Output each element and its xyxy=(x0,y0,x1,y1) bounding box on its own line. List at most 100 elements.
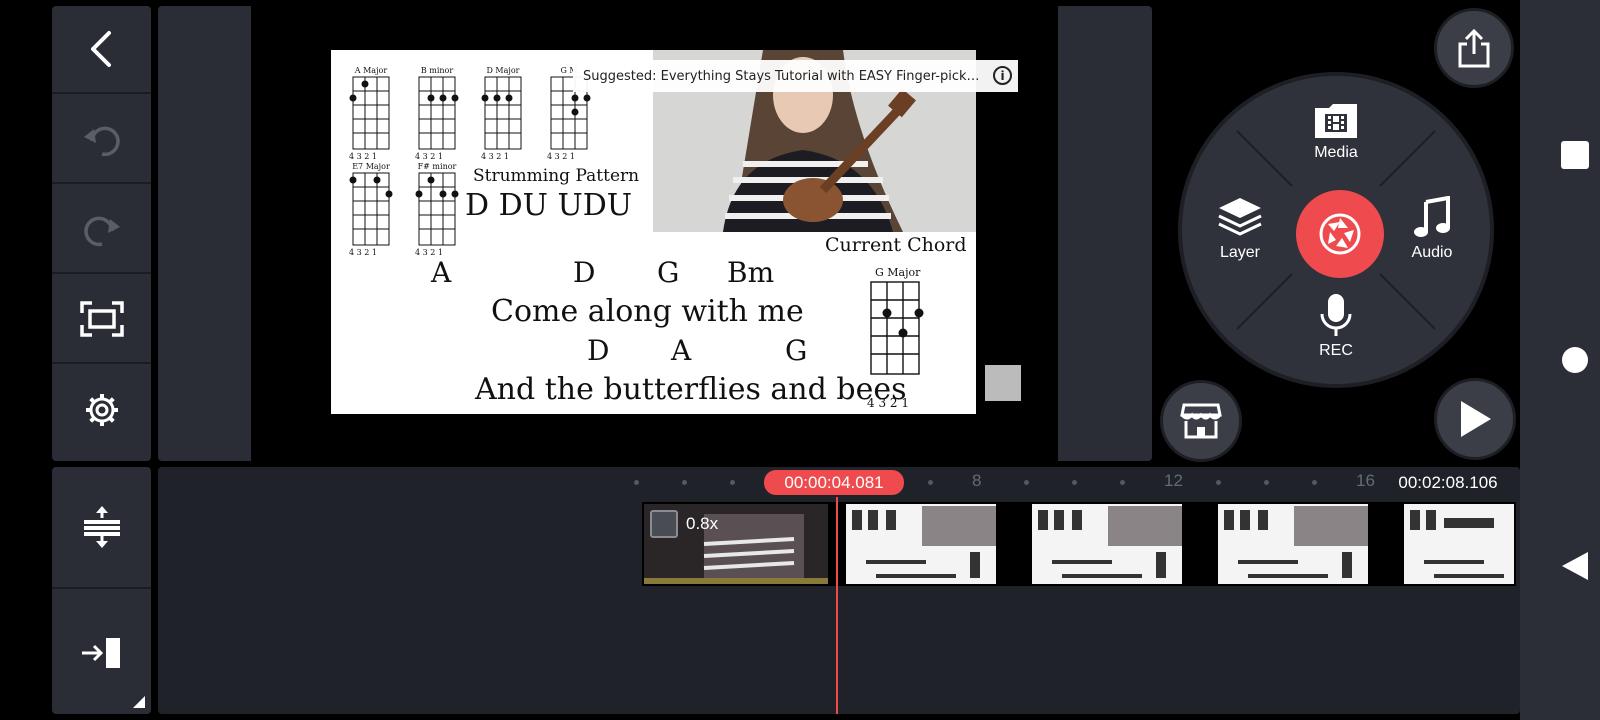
watermark-logo xyxy=(985,365,1021,401)
redo-icon xyxy=(83,216,120,247)
media-wheel: Media Layer Audio REC xyxy=(1178,72,1494,388)
jump-to-end-button[interactable] xyxy=(52,591,151,714)
ruler-dot xyxy=(1024,480,1029,485)
store-icon xyxy=(1180,403,1222,439)
settings-button[interactable] xyxy=(52,366,151,454)
rec-button[interactable]: REC xyxy=(1296,292,1376,360)
clip-thumbnail xyxy=(1032,504,1182,584)
timeline-tools xyxy=(52,467,151,714)
system-nav-bar xyxy=(1520,0,1600,720)
clip-speed-label: 0.8x xyxy=(686,514,719,533)
chord-diagram: E7 Major 4 3 2 1 xyxy=(349,162,393,261)
chord-diagram: B minor 4 3 2 1 xyxy=(415,66,459,165)
lyric-chord: A xyxy=(671,334,692,367)
lyric-line: Come along with me xyxy=(491,294,804,329)
svg-text:4 3 2 1: 4 3 2 1 xyxy=(415,152,443,161)
clip-thumbnail xyxy=(846,504,996,584)
audio-button[interactable]: Audio xyxy=(1392,195,1472,262)
home-icon[interactable] xyxy=(1560,345,1590,375)
chord-diagram: F# minor 4 3 2 1 xyxy=(415,162,459,261)
layer-label: Layer xyxy=(1219,244,1261,261)
play-icon xyxy=(1461,401,1491,437)
undo-icon xyxy=(83,126,120,157)
lyric-chord: G xyxy=(657,256,680,289)
ruler-label: 12 xyxy=(1164,471,1183,490)
media-label: Media xyxy=(1314,144,1358,161)
ruler-dot xyxy=(928,480,933,485)
suggestion-text: Suggested: Everything Stays Tutorial wit… xyxy=(583,68,983,84)
audio-label: Audio xyxy=(1411,244,1453,261)
music-note-icon xyxy=(1414,195,1450,237)
current-time: 00:00:04.081 xyxy=(764,470,904,495)
asset-store-button[interactable] xyxy=(1160,380,1242,462)
film-icon xyxy=(650,510,678,538)
lyric-chord: D xyxy=(573,256,596,289)
svg-text:4 3 2 1: 4 3 2 1 xyxy=(349,152,377,161)
expand-tracks-icon xyxy=(83,506,120,548)
corner-expand-icon xyxy=(133,696,145,708)
ruler-dot xyxy=(1264,480,1269,485)
clip-speed-badge: 0.8x xyxy=(650,510,718,538)
back-nav-icon[interactable] xyxy=(1560,550,1590,582)
chord-grid-icon: 4 3 2 1 xyxy=(415,76,459,161)
ruler-dot xyxy=(1216,480,1221,485)
clip-frame-image xyxy=(1218,504,1368,584)
fullscreen-button[interactable] xyxy=(52,276,151,364)
video-frame: A Major 4 3 2 1 B minor 4 3 2 1 D Major … xyxy=(331,50,976,414)
microphone-icon xyxy=(1320,294,1352,336)
ruler-dot xyxy=(1072,480,1077,485)
info-icon[interactable]: i xyxy=(993,66,1012,85)
layers-icon xyxy=(1218,198,1262,236)
capture-button[interactable] xyxy=(1292,186,1388,282)
left-toolbar xyxy=(52,6,151,461)
ruler-dot xyxy=(730,480,735,485)
chord-grid-icon: 4 3 2 1 xyxy=(349,76,390,161)
timeline[interactable]: 8 12 16 00:00:04.081 00:02:08.106 0.8x xyxy=(158,467,1520,714)
clip-thumbnail xyxy=(1218,504,1368,584)
ruler-dot xyxy=(1312,480,1317,485)
back-button[interactable] xyxy=(52,6,151,94)
lyric-chord: Bm xyxy=(727,256,775,289)
current-chord-label: Current Chord xyxy=(825,234,967,256)
rec-label: REC xyxy=(1319,342,1353,359)
suggestion-banner[interactable]: Suggested: Everything Stays Tutorial wit… xyxy=(573,60,1018,92)
ruler-label: 16 xyxy=(1356,471,1375,490)
clip-frame-image xyxy=(1404,504,1514,584)
undo-button[interactable] xyxy=(52,96,151,184)
lyric-chord: G xyxy=(785,334,808,367)
strumming-pattern: D DU UDU xyxy=(465,188,633,223)
strumming-title: Strumming Pattern xyxy=(473,166,640,186)
ruler-label: 8 xyxy=(972,471,982,490)
jump-to-end-icon xyxy=(81,637,120,668)
play-button[interactable] xyxy=(1434,378,1516,460)
aspect-ratio-icon xyxy=(79,301,124,337)
chord-grid-icon: 4 3 2 1 xyxy=(415,172,459,257)
back-arrow-icon xyxy=(90,31,111,67)
svg-text:4 3 2 1: 4 3 2 1 xyxy=(481,152,509,161)
chord-grid-icon: 4 3 2 1 xyxy=(481,76,522,161)
lyric-line: And the butterflies and bees xyxy=(475,372,907,407)
layer-button[interactable]: Layer xyxy=(1200,196,1280,262)
share-icon xyxy=(1458,28,1490,68)
redo-button[interactable] xyxy=(52,186,151,274)
ruler-dot xyxy=(682,480,687,485)
clip-frame-image xyxy=(846,504,996,584)
lyric-chord: A xyxy=(431,256,452,289)
video-clip[interactable]: 0.8x xyxy=(642,502,1516,586)
media-button[interactable]: Media xyxy=(1296,102,1376,162)
media-folder-icon xyxy=(1315,104,1357,138)
chord-diagram: A Major 4 3 2 1 xyxy=(349,66,393,165)
recents-icon[interactable] xyxy=(1560,140,1590,170)
gear-icon xyxy=(85,394,118,426)
clip-thumbnail xyxy=(1404,504,1514,584)
playhead[interactable] xyxy=(836,497,838,714)
svg-text:4 3 2 1: 4 3 2 1 xyxy=(547,152,575,161)
total-time: 00:02:08.106 xyxy=(1384,470,1512,495)
track-height-button[interactable] xyxy=(52,467,151,589)
chord-grid-icon: 4 3 2 1 xyxy=(349,172,393,257)
ruler-dot xyxy=(634,480,639,485)
ruler-dot xyxy=(1120,480,1125,485)
preview-canvas[interactable]: A Major 4 3 2 1 B minor 4 3 2 1 D Major … xyxy=(251,6,1058,461)
clip-frame-image xyxy=(1032,504,1182,584)
chord-diagram: D Major 4 3 2 1 xyxy=(481,66,525,165)
